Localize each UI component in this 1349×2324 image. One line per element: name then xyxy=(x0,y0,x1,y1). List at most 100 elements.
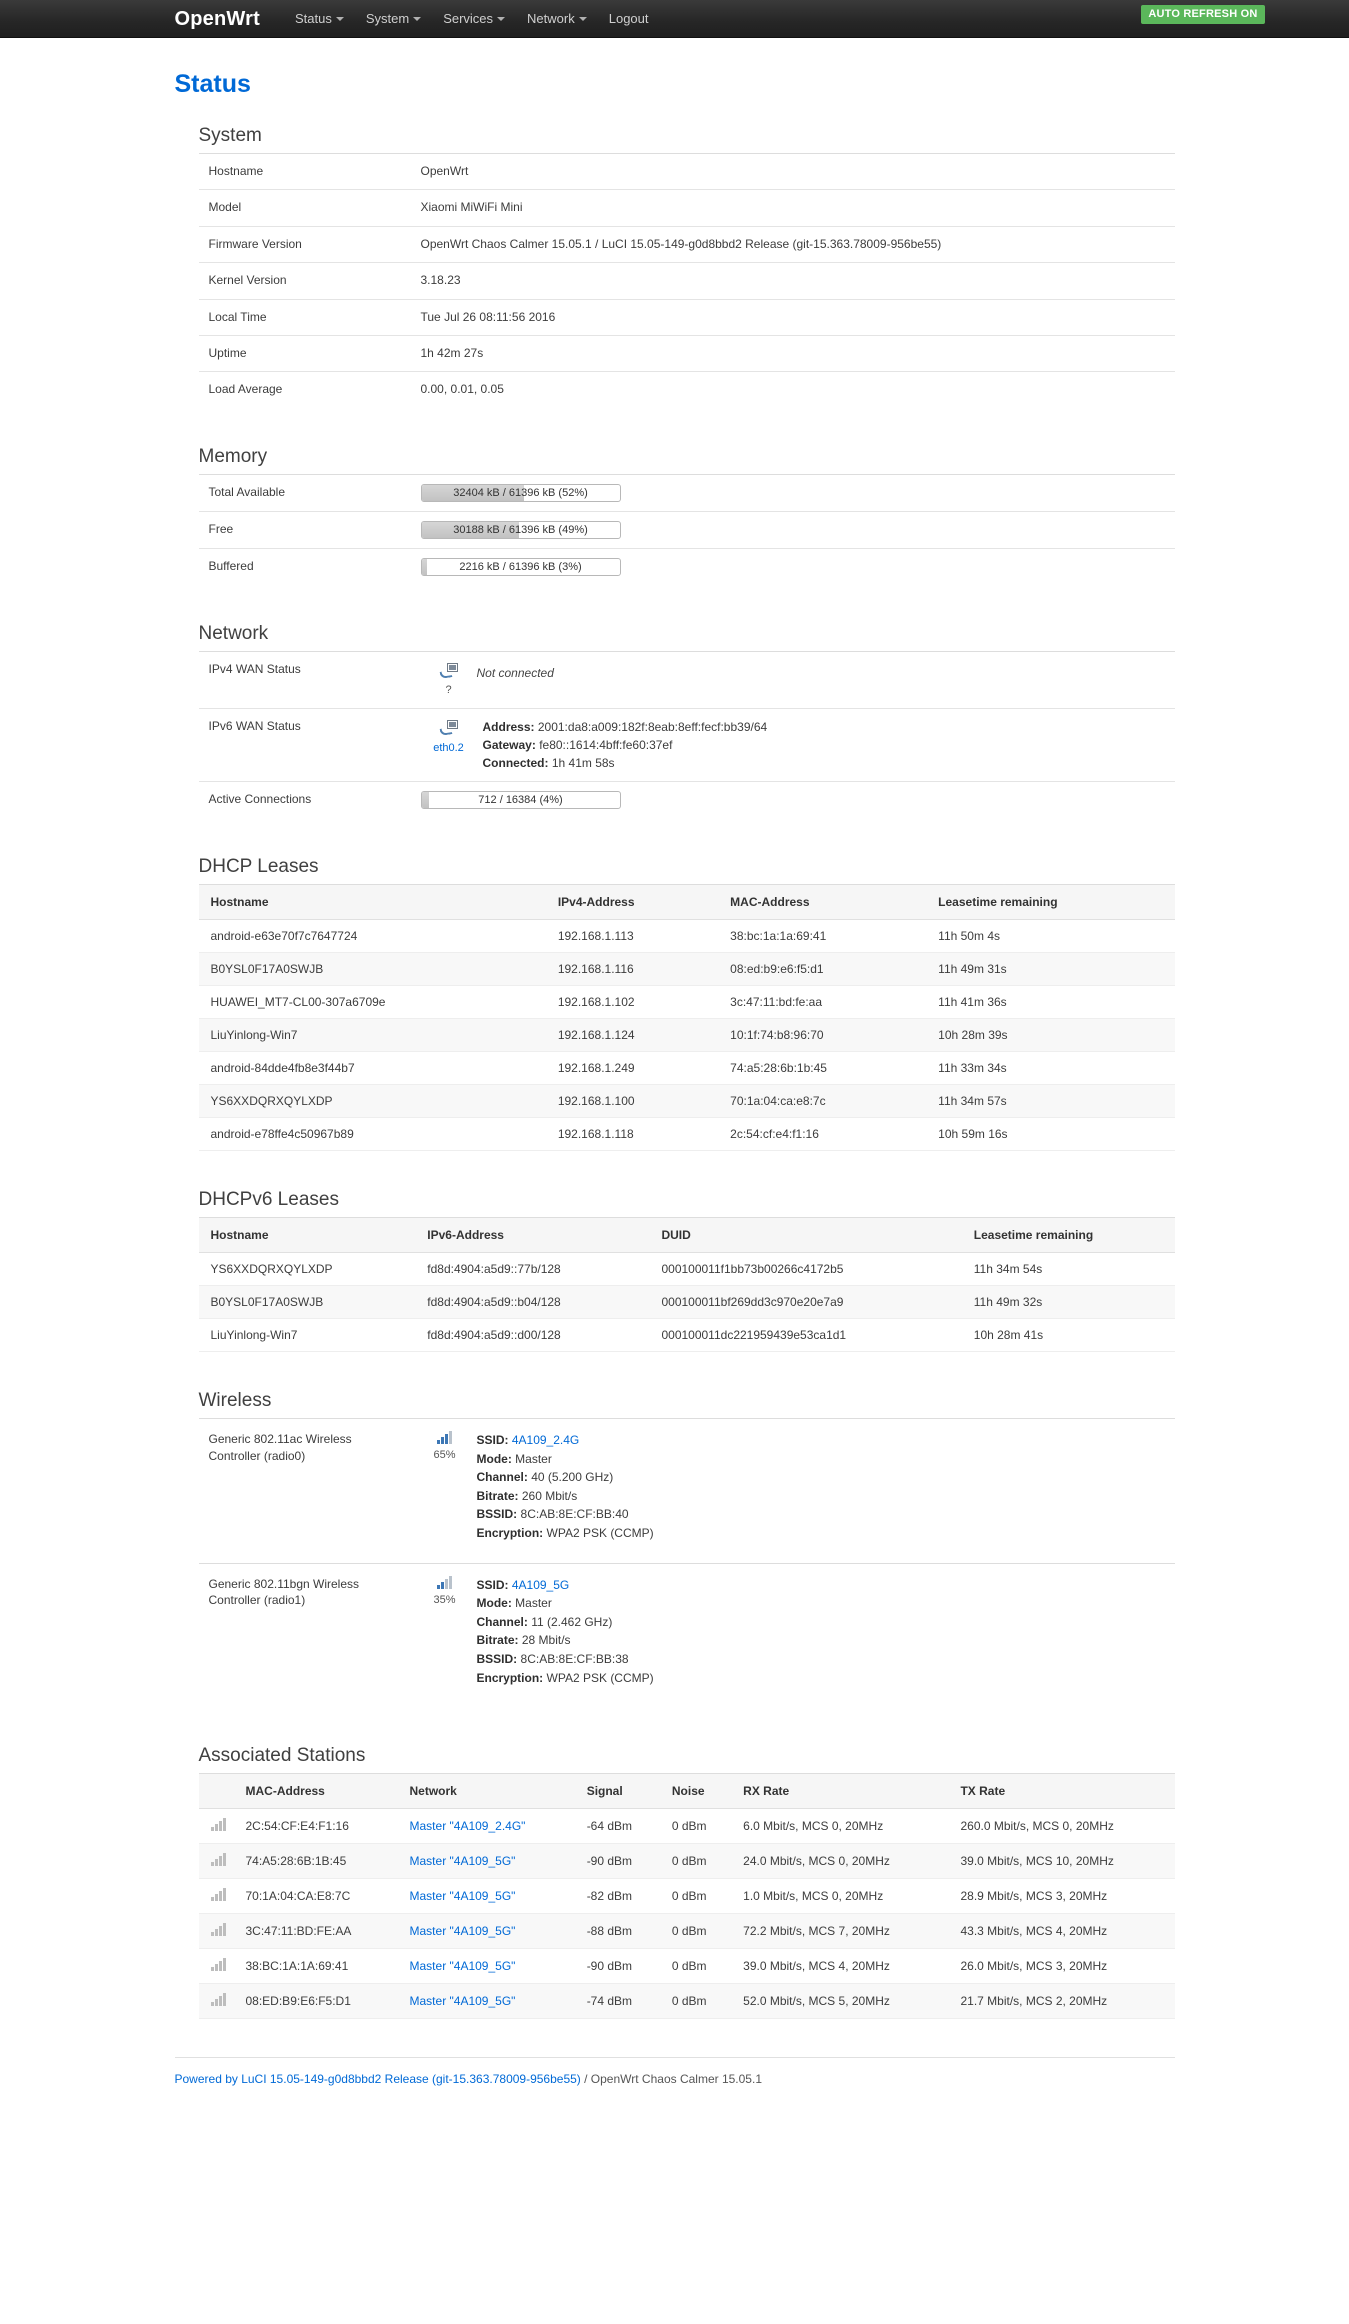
dhcp-lease-cell: 192.168.1.116 xyxy=(545,952,719,987)
dhcp-lease-cell: 10h 59m 16s xyxy=(926,1117,1175,1152)
signal-bars-icon xyxy=(210,1853,226,1867)
memory-section: Memory Total Available 32404 kB / 61396 k… xyxy=(175,446,1175,585)
nav-item-logout[interactable]: Logout xyxy=(598,0,660,38)
ipv4-not-connected-text: Not connected xyxy=(476,665,554,680)
station-signal: -74 dBm xyxy=(574,1983,660,2020)
station-network-link[interactable]: Master "4A109_2.4G" xyxy=(410,1819,526,1833)
station-network-link[interactable]: Master "4A109_5G" xyxy=(410,1924,516,1938)
network-table: IPv4 WAN Status ? Not connected IPv6 WAN… xyxy=(198,651,1175,819)
dhcp-lease-cell: 08:ed:b9:e6:f5:d1 xyxy=(718,952,927,987)
channel-label: Channel: xyxy=(476,1470,528,1485)
ipv6-interface-link[interactable]: eth0.2 xyxy=(421,741,477,757)
dhcp-lease-cell: android-e78ffe4c50967b89 xyxy=(198,1117,546,1152)
table-row: 38:BC:1A:1A:69:41 Master "4A109_5G" -90 dB… xyxy=(198,1948,1175,1985)
station-column-header: RX Rate xyxy=(731,1773,949,1810)
signal-bars-icon xyxy=(437,1575,452,1589)
active-connections-row: Active Connections 712 / 16384 (4%) xyxy=(198,781,1175,819)
mode-value: Master xyxy=(515,1451,552,1466)
dhcp-leases-section: DHCP Leases Hostname IPv4-Address MAC-Addr… xyxy=(175,856,1175,1152)
ipv6-address-label: Address: xyxy=(482,720,535,735)
memory-row-value: 32404 kB / 61396 kB (52%) xyxy=(411,474,1175,511)
network-interface-icon xyxy=(439,720,458,736)
table-row: LiuYinlong-Win7 fd8d:4904:a5d9::d00/128 00… xyxy=(198,1318,1175,1353)
dhcpv6-lease-cell: 000100011dc221959439e53ca1d1 xyxy=(649,1318,962,1353)
encryption-value: WPA2 PSK (CCMP) xyxy=(546,1670,654,1685)
dhcpv6-lease-cell: YS6XXDQRXQYLXDP xyxy=(198,1252,416,1287)
memory-progress-bar: 30188 kB / 61396 kB (49%) xyxy=(420,520,621,539)
station-column-header: Signal xyxy=(574,1773,660,1810)
system-row-value: 0.00, 0.01, 0.05 xyxy=(420,382,504,397)
nav-item-label: Logout xyxy=(608,10,649,26)
dhcpv6-lease-column-header: Leasetime remaining xyxy=(961,1217,1175,1254)
top-navigation-bar: OpenWrt Status System Services Network Logou… xyxy=(0,0,1349,38)
signal-bars-icon xyxy=(210,1818,226,1832)
station-network-link[interactable]: Master "4A109_5G" xyxy=(410,1854,516,1868)
station-rx-rate: 24.0 Mbit/s, MCS 0, 20MHz xyxy=(731,1843,949,1880)
dhcp-lease-cell: B0YSL0F17A0SWJB xyxy=(198,952,546,987)
station-network-link[interactable]: Master "4A109_5G" xyxy=(410,1959,516,1973)
memory-progress-text: 32404 kB / 61396 kB (52%) xyxy=(453,486,588,499)
table-header-row: MAC-Address Network Signal Noise RX Rate TX R… xyxy=(198,1773,1175,1810)
station-network-link[interactable]: Master "4A109_5G" xyxy=(410,1994,516,2008)
chevron-down-icon xyxy=(497,17,506,22)
station-mac-address: 2C:54:CF:E4:F1:16 xyxy=(233,1808,398,1845)
station-tx-rate: 43.3 Mbit/s, MCS 4, 20MHz xyxy=(948,1913,1175,1950)
table-row: android-84dde4fb8e3f44b7 192.168.1.249 74:… xyxy=(198,1051,1175,1086)
signal-bars-icon xyxy=(437,1431,452,1445)
station-signal-icon-cell xyxy=(198,1878,234,1915)
system-row-label: Model xyxy=(208,200,242,215)
station-column-header xyxy=(198,1773,234,1810)
station-column-header: MAC-Address xyxy=(233,1773,398,1810)
dhcpv6-lease-cell: 000100011f1bb73b00266c4172b5 xyxy=(649,1252,962,1287)
system-row: Kernel Version 3.18.23 xyxy=(198,262,1175,299)
station-signal: -90 dBm xyxy=(574,1948,660,1985)
nav-item-status[interactable]: Status xyxy=(284,0,355,38)
dhcp-lease-column-header: IPv4-Address xyxy=(545,884,719,921)
ssid-label: SSID: xyxy=(476,1577,509,1592)
chevron-down-icon xyxy=(335,17,344,22)
station-network-cell: Master "4A109_5G" xyxy=(397,1878,575,1915)
nav-item-network[interactable]: Network xyxy=(516,0,598,38)
system-table: Hostname OpenWrt Model Xiaomi MiWiFi Mini Fi… xyxy=(198,153,1175,408)
station-noise: 0 dBm xyxy=(659,1843,732,1880)
system-row: Firmware Version OpenWrt Chaos Calmer 15.… xyxy=(198,226,1175,262)
station-network-link[interactable]: Master "4A109_5G" xyxy=(410,1889,516,1903)
dhcp-lease-cell: 192.168.1.249 xyxy=(545,1051,719,1086)
station-signal: -90 dBm xyxy=(574,1843,660,1880)
ipv6-connected-label: Connected: xyxy=(482,756,549,771)
nav-item-services[interactable]: Services xyxy=(432,0,516,38)
wireless-radio-row: Generic 802.11ac Wireless Controller (ra… xyxy=(198,1418,1175,1564)
brand-logo[interactable]: OpenWrt xyxy=(175,0,260,38)
station-rx-rate: 72.2 Mbit/s, MCS 7, 20MHz xyxy=(731,1913,949,1950)
dhcpv6-lease-cell: B0YSL0F17A0SWJB xyxy=(198,1285,416,1320)
memory-progress-text: 30188 kB / 61396 kB (49%) xyxy=(453,523,588,536)
luci-powered-by-link[interactable]: Powered by LuCI 15.05-149-g0d8bbd2 Relea… xyxy=(175,2072,581,2086)
wireless-radio-name: Generic 802.11bgn Wireless Controller (r… xyxy=(208,1576,360,1608)
signal-percent-label: 65% xyxy=(433,1449,456,1462)
memory-progress-bar: 2216 kB / 61396 kB (3%) xyxy=(420,557,621,576)
ipv6-details: Address: 2001:da8:a009:182f:8eab:8eff:fe… xyxy=(477,718,768,772)
chevron-down-icon xyxy=(578,17,587,22)
station-network-cell: Master "4A109_5G" xyxy=(397,1913,575,1950)
memory-row-label: Free xyxy=(208,521,234,536)
encryption-label: Encryption: xyxy=(476,1526,544,1541)
system-section-title: System xyxy=(198,125,262,146)
dhcp-lease-cell: 11h 49m 31s xyxy=(926,952,1175,987)
ssid-value[interactable]: 4A109_2.4G xyxy=(512,1433,579,1447)
wireless-title: Wireless xyxy=(198,1390,272,1412)
dhcp-lease-column-header: Leasetime remaining xyxy=(926,884,1175,921)
associated-stations-title: Associated Stations xyxy=(198,1745,366,1767)
memory-progress-bar: 32404 kB / 61396 kB (52%) xyxy=(420,483,621,502)
system-section: System Hostname OpenWrt Model Xiaomi MiWiFi… xyxy=(175,125,1175,408)
ssid-value[interactable]: 4A109_5G xyxy=(512,1578,569,1592)
nav-item-system[interactable]: System xyxy=(355,0,432,38)
dhcp-lease-cell: 192.168.1.100 xyxy=(545,1084,719,1119)
dhcp-lease-cell: YS6XXDQRXQYLXDP xyxy=(198,1084,546,1119)
auto-refresh-badge[interactable]: AUTO REFRESH ON xyxy=(1141,4,1265,24)
ipv4-wan-status-value: ? Not connected xyxy=(411,651,1175,708)
station-column-header: Network xyxy=(397,1773,575,1810)
wireless-info-list: SSID: 4A109_5G Mode: Master Channel: 11 (2… xyxy=(469,1576,654,1688)
system-row-value: Tue Jul 26 08:11:56 2016 xyxy=(420,309,556,324)
bitrate-label: Bitrate: xyxy=(476,1633,519,1648)
encryption-value: WPA2 PSK (CCMP) xyxy=(546,1526,654,1541)
